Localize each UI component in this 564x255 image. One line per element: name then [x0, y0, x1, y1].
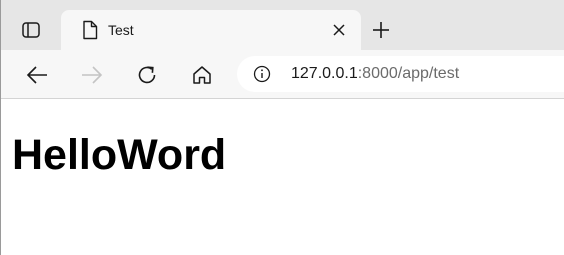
browser-window: Test 127.0.0.1:8000/app/test HelloWord — [0, 0, 564, 255]
url-path: :8000/app/test — [357, 65, 460, 82]
tab-strip: Test — [1, 0, 564, 50]
address-url[interactable]: 127.0.0.1:8000/app/test — [291, 65, 459, 83]
tab-actions-icon[interactable] — [15, 14, 47, 46]
forward-arrow-icon[interactable] — [79, 62, 105, 88]
tab-test[interactable]: Test — [61, 10, 361, 50]
address-bar[interactable]: 127.0.0.1:8000/app/test — [237, 56, 564, 92]
url-host: 127.0.0.1 — [291, 65, 358, 82]
page-heading: HelloWord — [12, 131, 227, 179]
refresh-icon[interactable] — [134, 62, 160, 88]
plus-icon[interactable] — [370, 19, 392, 41]
tab-title: Test — [108, 22, 134, 38]
close-icon[interactable] — [330, 21, 348, 39]
page-content: HelloWord — [1, 99, 564, 255]
info-icon[interactable] — [253, 65, 271, 83]
back-arrow-icon[interactable] — [24, 62, 50, 88]
navigation-toolbar: 127.0.0.1:8000/app/test — [1, 50, 564, 99]
document-icon — [81, 20, 99, 40]
home-icon[interactable] — [189, 62, 215, 88]
